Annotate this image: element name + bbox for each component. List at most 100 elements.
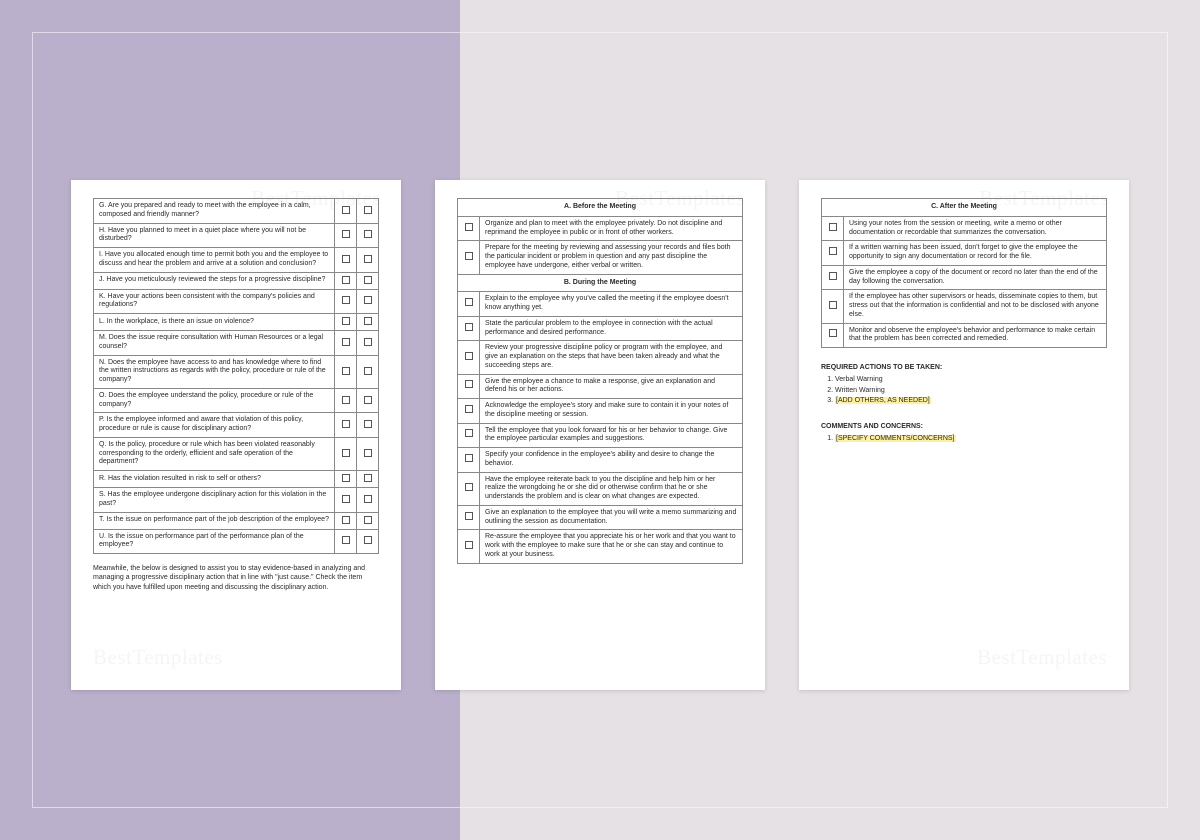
checkbox-cell[interactable] [458,216,480,241]
item-cell: Using your notes from the session or mee… [844,216,1107,241]
checkbox-cell[interactable] [458,530,480,563]
table-row: Tell the employee that you look forward … [458,423,743,448]
checkbox-cell[interactable] [335,289,357,314]
list-item: Verbal Warning [835,375,1107,386]
checkbox-cell[interactable] [458,341,480,374]
checkbox-cell[interactable] [458,472,480,505]
list-item: [SPECIFY COMMENTS/CONCERNS] [835,434,1107,445]
checkbox-cell[interactable] [458,423,480,448]
checkbox-icon [364,317,372,325]
checkbox-cell[interactable] [357,331,379,356]
comments-heading: COMMENTS AND CONCERNS: [821,423,1107,430]
checkbox-cell[interactable] [357,388,379,413]
checkbox-cell[interactable] [335,471,357,488]
checkbox-icon [342,296,350,304]
table-row: Give the employee a copy of the document… [822,265,1107,290]
checkbox-cell[interactable] [357,471,379,488]
table-row: O. Does the employee understand the poli… [94,388,379,413]
checkbox-icon [364,474,372,482]
checkbox-cell[interactable] [335,529,357,554]
checkbox-cell[interactable] [335,437,357,470]
required-actions-heading: REQUIRED ACTIONS TO BE TAKEN: [821,364,1107,371]
item-cell: Give the employee a chance to make a res… [480,374,743,399]
checkbox-cell[interactable] [357,529,379,554]
checkbox-cell[interactable] [335,314,357,331]
checkbox-cell[interactable] [822,323,844,348]
checkbox-cell[interactable] [335,488,357,513]
section-header-row: B. During the Meeting [458,274,743,292]
checkbox-cell[interactable] [458,399,480,424]
watermark: BestTemplates [977,645,1107,670]
checkbox-cell[interactable] [335,388,357,413]
table-row: R. Has the violation resulted in risk to… [94,471,379,488]
checkbox-cell[interactable] [458,448,480,473]
checkbox-cell[interactable] [822,265,844,290]
question-cell: U. Is the issue on performance part of t… [94,529,335,554]
checkbox-cell[interactable] [458,292,480,317]
checkbox-icon [465,512,473,520]
checkbox-cell[interactable] [335,512,357,529]
item-cell: State the particular problem to the empl… [480,316,743,341]
checkbox-cell[interactable] [357,512,379,529]
table-row: State the particular problem to the empl… [458,316,743,341]
checkbox-cell[interactable] [357,272,379,289]
checkbox-icon [829,329,837,337]
checkbox-cell[interactable] [822,216,844,241]
question-cell: L. In the workplace, is there an issue o… [94,314,335,331]
checkbox-icon [465,454,473,462]
item-cell: Monitor and observe the employee's behav… [844,323,1107,348]
checkbox-cell[interactable] [822,241,844,266]
checkbox-icon [465,223,473,231]
checkbox-icon [364,367,372,375]
table-row: Give the employee a chance to make a res… [458,374,743,399]
checkbox-cell[interactable] [335,413,357,438]
table-row: M. Does the issue require consultation w… [94,331,379,356]
checkbox-cell[interactable] [357,488,379,513]
table-row: K. Have your actions been consistent wit… [94,289,379,314]
checkbox-cell[interactable] [357,437,379,470]
checkbox-icon [342,367,350,375]
question-cell: N. Does the employee have access to and … [94,355,335,388]
checkbox-icon [364,516,372,524]
checkbox-cell[interactable] [458,316,480,341]
checkbox-cell[interactable] [357,248,379,273]
checkbox-cell[interactable] [357,355,379,388]
checkbox-cell[interactable] [458,241,480,274]
table-row: Have the employee reiterate back to you … [458,472,743,505]
item-cell: Have the employee reiterate back to you … [480,472,743,505]
checkbox-icon [342,338,350,346]
checkbox-icon [342,206,350,214]
checkbox-cell[interactable] [335,248,357,273]
checkbox-icon [465,352,473,360]
item-cell: If a written warning has been issued, do… [844,241,1107,266]
checkbox-icon [364,255,372,263]
meeting-checklist: A. Before the MeetingOrganize and plan t… [457,198,743,564]
item-cell: Acknowledge the employee's story and mak… [480,399,743,424]
checkbox-cell[interactable] [357,223,379,248]
placeholder-text: [SPECIFY COMMENTS/CONCERNS] [835,435,956,442]
checkbox-cell[interactable] [822,290,844,323]
table-row: U. Is the issue on performance part of t… [94,529,379,554]
checkbox-icon [342,495,350,503]
checkbox-icon [342,317,350,325]
checkbox-cell[interactable] [357,199,379,224]
checkbox-cell[interactable] [335,199,357,224]
table-row: T. Is the issue on performance part of t… [94,512,379,529]
checkbox-cell[interactable] [458,374,480,399]
checkbox-cell[interactable] [335,355,357,388]
table-row: If a written warning has been issued, do… [822,241,1107,266]
checkbox-cell[interactable] [357,413,379,438]
checkbox-cell[interactable] [335,272,357,289]
checkbox-cell[interactable] [357,289,379,314]
checkbox-cell[interactable] [458,505,480,530]
table-row: P. Is the employee informed and aware th… [94,413,379,438]
checkbox-cell[interactable] [335,223,357,248]
checkbox-icon [465,298,473,306]
checkbox-cell[interactable] [335,331,357,356]
question-cell: S. Has the employee undergone disciplina… [94,488,335,513]
checkbox-cell[interactable] [357,314,379,331]
question-cell: G. Are you prepared and ready to meet wi… [94,199,335,224]
table-row: Monitor and observe the employee's behav… [822,323,1107,348]
checkbox-icon [465,323,473,331]
pages-row: BestTemplates BestTemplates G. Are you p… [0,180,1200,690]
